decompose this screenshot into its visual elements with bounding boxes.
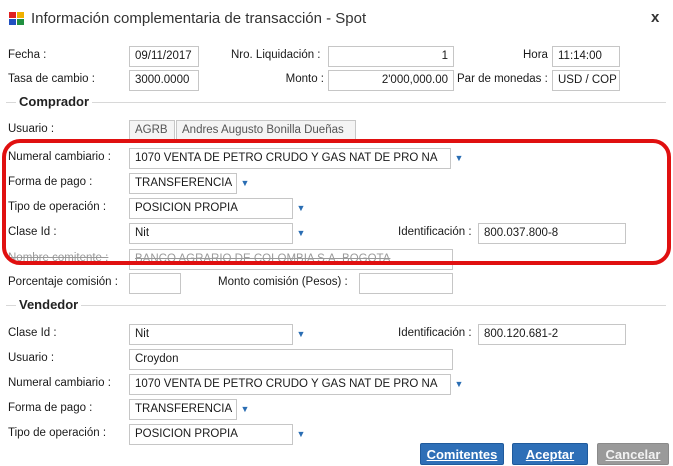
comprador-clase-select[interactable]: Nit (129, 223, 293, 244)
dropdown-arrow-icon[interactable]: ▼ (294, 223, 308, 244)
vendedor-tipo-label: Tipo de operación : (8, 427, 107, 439)
comprador-comitente-label: Nombre comitente : (8, 252, 109, 264)
monto-field[interactable]: 2'000,000.00 (328, 70, 454, 91)
vendedor-numeral-select[interactable]: 1070 VENTA DE PETRO CRUDO Y GAS NAT DE P… (129, 374, 451, 395)
comprador-ident-field[interactable]: 800.037.800-8 (478, 223, 626, 244)
aceptar-button[interactable]: Aceptar (512, 443, 588, 465)
liquidacion-label: Nro. Liquidación : (231, 49, 321, 61)
dropdown-arrow-icon[interactable]: ▼ (452, 374, 466, 395)
dropdown-arrow-icon[interactable]: ▼ (294, 424, 308, 445)
monto-label: Monto : (285, 73, 324, 85)
dropdown-arrow-icon[interactable]: ▼ (294, 324, 308, 345)
hora-label: Hora : (523, 49, 555, 61)
comprador-comitente-field[interactable]: BANCO AGRARIO DE COLOMBIA S.A. BOGOTA (129, 249, 453, 270)
vendedor-ident-label: Identificación : (398, 327, 472, 339)
porcentaje-label: Porcentaje comisión : (8, 276, 118, 288)
comprador-usuario-code: AGRB (129, 120, 175, 141)
vendedor-divider (6, 305, 666, 306)
comprador-usuario-name: Andres Augusto Bonilla Dueñas (176, 120, 356, 141)
monto-comision-field[interactable] (359, 273, 453, 294)
porcentaje-field[interactable] (129, 273, 181, 294)
vendedor-section-title: Vendedor (16, 297, 82, 312)
monto-comision-label: Monto comisión (Pesos) : (218, 276, 348, 288)
vendedor-clase-select[interactable]: Nit (129, 324, 293, 345)
comprador-section-title: Comprador (16, 94, 93, 109)
comprador-ident-label: Identificación : (398, 226, 472, 238)
tasa-label: Tasa de cambio : (8, 73, 95, 85)
comprador-clase-label: Clase Id : (8, 226, 57, 238)
comprador-usuario-label: Usuario : (8, 123, 55, 135)
comprador-tipo-select[interactable]: POSICION PROPIA (129, 198, 293, 219)
comprador-numeral-label: Numeral cambiario : (8, 151, 111, 163)
vendedor-usuario-label: Usuario : (8, 352, 55, 364)
comprador-tipo-label: Tipo de operación : (8, 201, 107, 213)
comprador-numeral-select[interactable]: 1070 VENTA DE PETRO CRUDO Y GAS NAT DE P… (129, 148, 451, 169)
cancelar-button[interactable]: Cancelar (597, 443, 669, 465)
vendedor-ident-field[interactable]: 800.120.681-2 (478, 324, 626, 345)
liquidacion-field[interactable]: 1 (328, 46, 454, 67)
comprador-divider (6, 102, 666, 103)
dropdown-arrow-icon[interactable]: ▼ (238, 399, 252, 420)
window-title: Información complementaria de transacció… (31, 10, 367, 27)
vendedor-usuario-field[interactable]: Croydon (129, 349, 453, 370)
par-label: Par de monedas : (457, 73, 548, 85)
vendedor-numeral-label: Numeral cambiario : (8, 377, 111, 389)
vendedor-forma-label: Forma de pago : (8, 402, 93, 414)
fecha-field[interactable]: 09/11/2017 (129, 46, 199, 67)
dropdown-arrow-icon[interactable]: ▼ (294, 198, 308, 219)
comprador-forma-label: Forma de pago : (8, 176, 93, 188)
vendedor-forma-select[interactable]: TRANSFERENCIA (129, 399, 237, 420)
comitentes-button[interactable]: Comitentes (420, 443, 504, 465)
close-icon[interactable]: x (651, 9, 659, 26)
dropdown-arrow-icon[interactable]: ▼ (452, 148, 466, 169)
vendedor-tipo-select[interactable]: POSICION PROPIA (129, 424, 293, 445)
comprador-forma-select[interactable]: TRANSFERENCIA (129, 173, 237, 194)
hora-field[interactable]: 11:14:00 (552, 46, 620, 67)
vendedor-clase-label: Clase Id : (8, 327, 57, 339)
par-field[interactable]: USD / COP (552, 70, 620, 91)
dropdown-arrow-icon[interactable]: ▼ (238, 173, 252, 194)
tasa-field[interactable]: 3000.0000 (129, 70, 199, 91)
fecha-label: Fecha : (8, 49, 47, 61)
app-logo-icon (9, 12, 24, 25)
